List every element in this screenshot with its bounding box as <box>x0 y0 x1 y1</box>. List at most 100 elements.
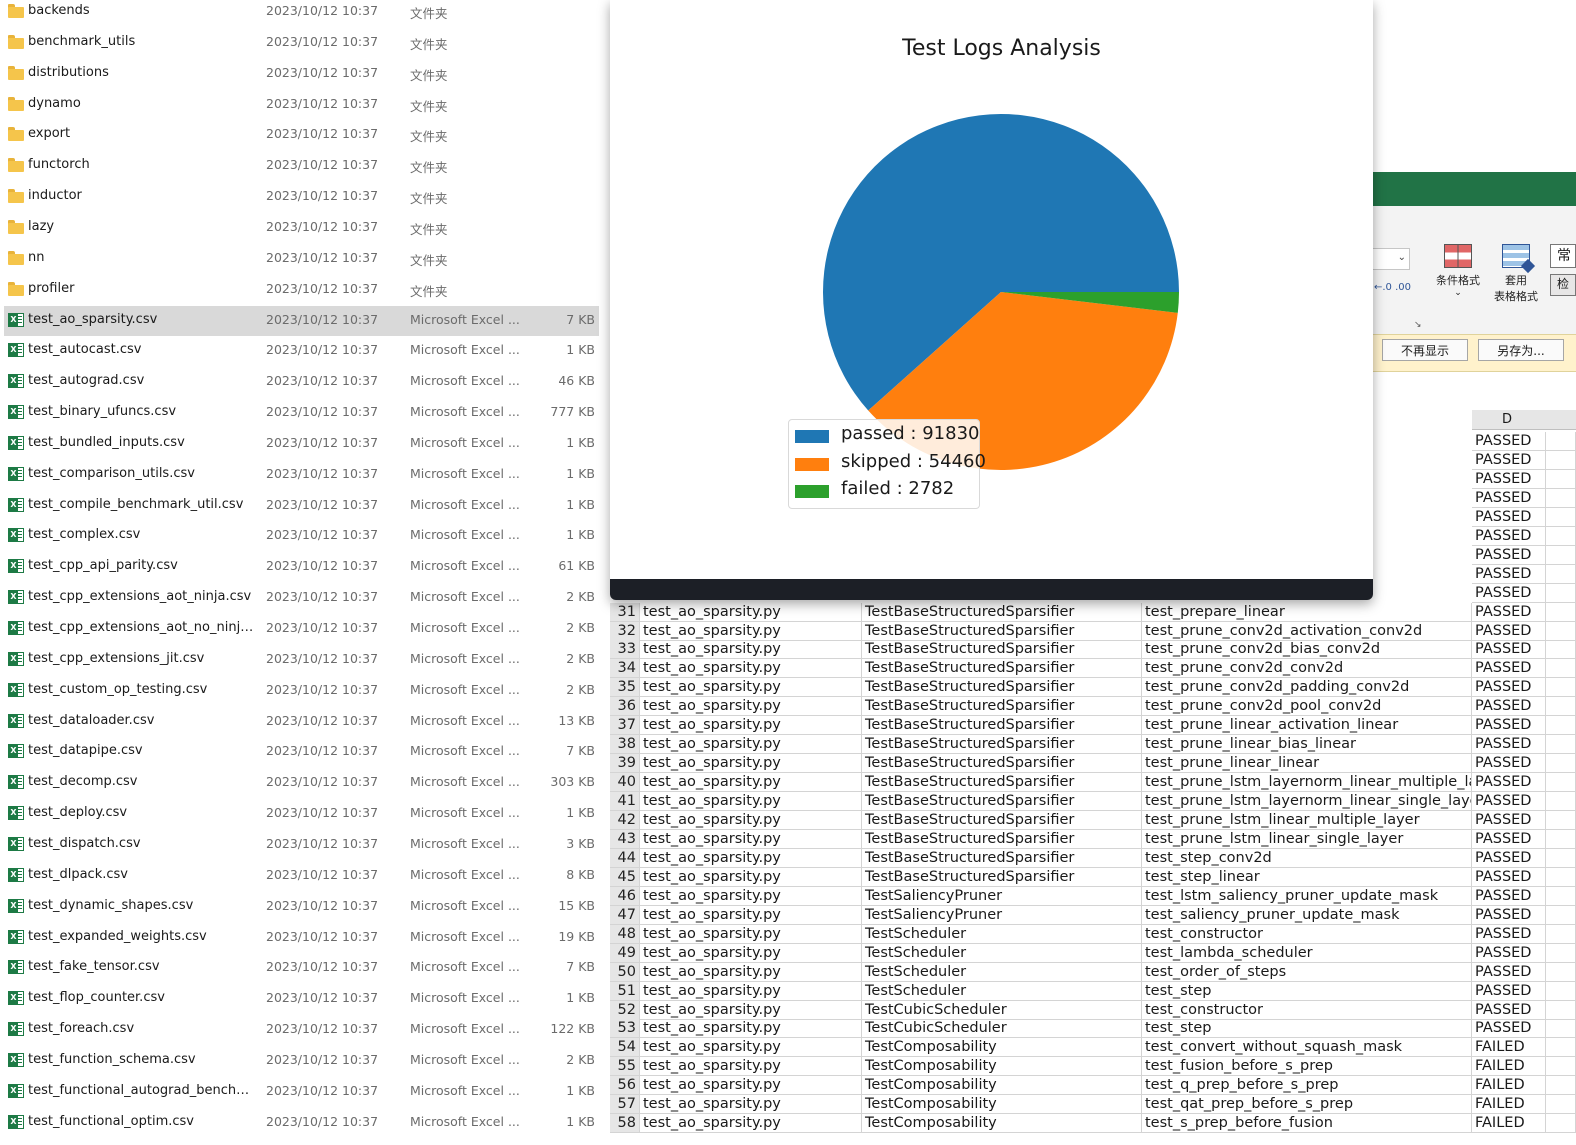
status-cell[interactable]: FAILED <box>1472 1114 1546 1134</box>
class-cell[interactable]: TestBaseStructuredSparsifier <box>862 848 1142 868</box>
status-cell[interactable]: PASSED <box>1472 640 1546 660</box>
empty-cell[interactable] <box>1546 905 1576 925</box>
class-cell[interactable]: TestBaseStructuredSparsifier <box>862 716 1142 736</box>
class-cell[interactable]: TestBaseStructuredSparsifier <box>862 640 1142 660</box>
status-cell[interactable]: PASSED <box>1472 526 1546 546</box>
row-number[interactable]: 37 <box>610 716 640 736</box>
row-number[interactable]: 43 <box>610 829 640 849</box>
file-row[interactable]: Xtest_cpp_extensions_aot_no_ninja.csv 202… <box>4 614 599 644</box>
row-number[interactable]: 48 <box>610 924 640 944</box>
file-row[interactable]: Xtest_complex.csv 2023/10/12 10:37 Microso… <box>4 521 599 551</box>
file-row[interactable]: Xtest_function_schema.csv 2023/10/12 10:3… <box>4 1046 599 1076</box>
empty-cell[interactable] <box>1546 716 1576 736</box>
class-cell[interactable]: TestBaseStructuredSparsifier <box>862 792 1142 812</box>
status-cell[interactable]: PASSED <box>1472 867 1546 887</box>
empty-cell[interactable] <box>1546 829 1576 849</box>
row-number[interactable]: 32 <box>610 621 640 641</box>
test-name-cell[interactable]: test_prepare_linear <box>1142 602 1472 622</box>
empty-cell[interactable] <box>1546 1095 1576 1115</box>
status-cell[interactable]: PASSED <box>1472 432 1546 451</box>
row-number[interactable]: 44 <box>610 848 640 868</box>
test-name-cell[interactable]: test_lambda_scheduler <box>1142 943 1472 963</box>
file-cell[interactable]: test_ao_sparsity.py <box>640 1038 862 1058</box>
empty-cell[interactable] <box>1546 602 1576 622</box>
file-row[interactable]: Xtest_datapipe.csv 2023/10/12 10:37 Micros… <box>4 737 599 767</box>
empty-cell[interactable] <box>1546 488 1576 508</box>
test-name-cell[interactable]: test_prune_conv2d_bias_conv2d <box>1142 640 1472 660</box>
test-name-cell[interactable]: test_fusion_before_s_prep <box>1142 1057 1472 1077</box>
file-row[interactable]: Xtest_foreach.csv 2023/10/12 10:37 Microso… <box>4 1015 599 1045</box>
file-row[interactable]: Xtest_fake_tensor.csv 2023/10/12 10:37 Mic… <box>4 953 599 983</box>
file-cell[interactable]: test_ao_sparsity.py <box>640 792 862 812</box>
empty-cell[interactable] <box>1546 583 1576 603</box>
test-name-cell[interactable]: test_step <box>1142 1019 1472 1039</box>
file-row[interactable]: nn 2023/10/12 10:37 文件夹 <box>4 244 599 274</box>
row-number[interactable]: 42 <box>610 811 640 830</box>
file-row[interactable]: Xtest_binary_ufuncs.csv 2023/10/12 10:37 M… <box>4 398 599 428</box>
row-number[interactable]: 53 <box>610 1019 640 1039</box>
file-row[interactable]: inductor 2023/10/12 10:37 文件夹 <box>4 182 599 212</box>
number-format-dropdown[interactable]: ⌄ <box>1372 248 1410 270</box>
class-cell[interactable]: TestCubicScheduler <box>862 1000 1142 1020</box>
file-row[interactable]: Xtest_deploy.csv 2023/10/12 10:37 Microsof… <box>4 799 599 829</box>
empty-cell[interactable] <box>1546 1038 1576 1058</box>
file-cell[interactable]: test_ao_sparsity.py <box>640 981 862 1001</box>
file-cell[interactable]: test_ao_sparsity.py <box>640 716 862 736</box>
test-name-cell[interactable]: test_constructor <box>1142 924 1472 944</box>
file-row[interactable]: Xtest_cpp_api_parity.csv 2023/10/12 10:37… <box>4 552 599 582</box>
empty-cell[interactable] <box>1546 659 1576 679</box>
class-cell[interactable]: TestComposability <box>862 1114 1142 1134</box>
row-number[interactable]: 38 <box>610 735 640 755</box>
test-name-cell[interactable]: test_prune_conv2d_pool_conv2d <box>1142 697 1472 717</box>
class-cell[interactable]: TestBaseStructuredSparsifier <box>862 735 1142 755</box>
file-cell[interactable]: test_ao_sparsity.py <box>640 735 862 755</box>
row-number[interactable]: 49 <box>610 943 640 963</box>
test-name-cell[interactable]: test_prune_conv2d_conv2d <box>1142 659 1472 679</box>
file-cell[interactable]: test_ao_sparsity.py <box>640 1057 862 1077</box>
empty-cell[interactable] <box>1546 640 1576 660</box>
file-cell[interactable]: test_ao_sparsity.py <box>640 697 862 717</box>
file-row[interactable]: Xtest_compile_benchmark_util.csv 2023/10/… <box>4 491 599 521</box>
file-row[interactable]: Xtest_expanded_weights.csv 2023/10/12 10:… <box>4 923 599 953</box>
class-cell[interactable]: TestBaseStructuredSparsifier <box>862 697 1142 717</box>
empty-cell[interactable] <box>1546 432 1576 451</box>
test-name-cell[interactable]: test_constructor <box>1142 1000 1472 1020</box>
file-row[interactable]: Xtest_dynamic_shapes.csv 2023/10/12 10:37… <box>4 892 599 922</box>
row-number[interactable]: 45 <box>610 867 640 887</box>
status-cell[interactable]: PASSED <box>1472 621 1546 641</box>
status-cell[interactable]: PASSED <box>1472 924 1546 944</box>
file-cell[interactable]: test_ao_sparsity.py <box>640 1000 862 1020</box>
file-cell[interactable]: test_ao_sparsity.py <box>640 867 862 887</box>
file-cell[interactable]: test_ao_sparsity.py <box>640 962 862 982</box>
class-cell[interactable]: TestBaseStructuredSparsifier <box>862 829 1142 849</box>
class-cell[interactable]: TestBaseStructuredSparsifier <box>862 811 1142 830</box>
file-cell[interactable]: test_ao_sparsity.py <box>640 602 862 622</box>
test-name-cell[interactable]: test_prune_linear_activation_linear <box>1142 716 1472 736</box>
column-header-d[interactable]: D <box>1472 410 1576 430</box>
file-row[interactable]: Xtest_dispatch.csv 2023/10/12 10:37 Micros… <box>4 830 599 860</box>
status-cell[interactable]: PASSED <box>1472 792 1546 812</box>
file-row[interactable]: profiler 2023/10/12 10:37 文件夹 <box>4 275 599 305</box>
test-name-cell[interactable]: test_prune_linear_linear <box>1142 754 1472 774</box>
status-cell[interactable]: PASSED <box>1472 773 1546 793</box>
empty-cell[interactable] <box>1546 981 1576 1001</box>
test-name-cell[interactable]: test_prune_linear_bias_linear <box>1142 735 1472 755</box>
file-cell[interactable]: test_ao_sparsity.py <box>640 829 862 849</box>
row-number[interactable]: 40 <box>610 773 640 793</box>
row-number[interactable]: 55 <box>610 1057 640 1077</box>
empty-cell[interactable] <box>1546 886 1576 906</box>
row-number[interactable]: 41 <box>610 792 640 812</box>
status-cell[interactable]: PASSED <box>1472 583 1546 603</box>
row-number[interactable]: 33 <box>610 640 640 660</box>
class-cell[interactable]: TestComposability <box>862 1038 1142 1058</box>
empty-cell[interactable] <box>1546 773 1576 793</box>
check-cell-button[interactable]: 检 <box>1550 274 1576 296</box>
empty-cell[interactable] <box>1546 469 1576 489</box>
status-cell[interactable]: FAILED <box>1472 1076 1546 1096</box>
status-cell[interactable]: FAILED <box>1472 1057 1546 1077</box>
file-cell[interactable]: test_ao_sparsity.py <box>640 754 862 774</box>
test-name-cell[interactable]: test_prune_conv2d_padding_conv2d <box>1142 678 1472 698</box>
row-number[interactable]: 58 <box>610 1114 640 1134</box>
decrease-decimal-icon[interactable]: ←.0 .00 <box>1374 282 1411 293</box>
test-name-cell[interactable]: test_prune_lstm_linear_multiple_layer <box>1142 811 1472 830</box>
